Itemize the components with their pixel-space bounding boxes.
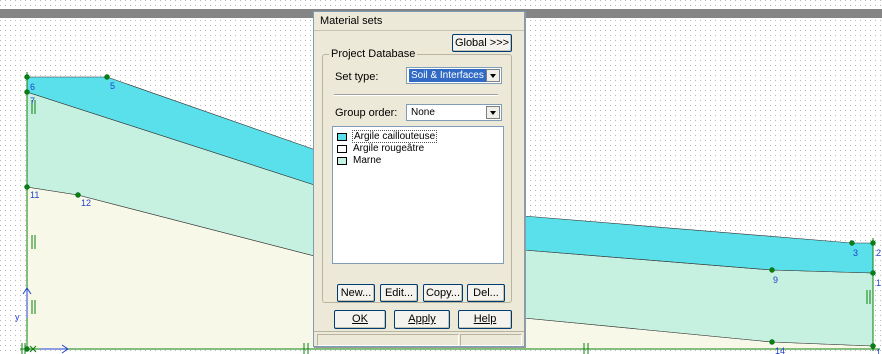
help-button[interactable]: Help (458, 310, 512, 329)
apply-button-label: Apply (408, 313, 436, 325)
point-1 (870, 270, 876, 276)
group-caption: Project Database (329, 48, 418, 60)
list-item[interactable]: Marne (337, 155, 497, 167)
ok-button-label: OK (352, 313, 368, 325)
point-label: 11 (30, 190, 39, 200)
status-cell (460, 334, 522, 346)
point-2 (870, 240, 876, 246)
copy-button[interactable]: Copy... (423, 284, 463, 302)
point-9 (769, 267, 775, 273)
point-label: 6 (30, 82, 35, 92)
list-item[interactable]: Argile rougeâtre (337, 143, 497, 155)
origin-point (24, 346, 30, 352)
point-label: 5 (110, 81, 115, 91)
group-order-value: None (411, 107, 435, 118)
dialog-title-bar[interactable]: Material sets (314, 12, 524, 31)
point-label: 1 (876, 348, 881, 354)
material-swatch (337, 157, 347, 165)
material-name: Argile rougeâtre (353, 143, 425, 154)
chevron-down-icon[interactable] (486, 106, 500, 119)
status-cell (317, 334, 459, 346)
material-name: Argile caillouteuse (352, 130, 438, 143)
point-label: 2 (876, 248, 881, 258)
separator (334, 94, 498, 96)
point-label: 7 (30, 96, 35, 106)
new-button[interactable]: New... (337, 284, 375, 302)
group-order-dropdown[interactable]: None (406, 104, 502, 121)
point-label: 1 (876, 278, 881, 288)
point-label: 12 (81, 198, 91, 208)
point-5 (104, 74, 110, 80)
material-swatch (337, 145, 347, 153)
del-button[interactable]: Del... (467, 284, 505, 302)
point-6 (24, 74, 30, 80)
chevron-down-icon[interactable] (486, 69, 500, 82)
set-type-value: Soil & Interfaces (409, 69, 486, 82)
edit-button[interactable]: Edit... (380, 284, 418, 302)
point-1b (870, 343, 876, 349)
point-11 (24, 184, 30, 190)
point-14 (769, 339, 775, 345)
dialog-title: Material sets (320, 15, 383, 27)
point-label: 3 (853, 248, 858, 258)
point-label: 9 (773, 275, 778, 285)
ok-button[interactable]: OK (334, 310, 386, 329)
point-3 (849, 240, 855, 246)
point-7 (24, 89, 30, 95)
point-12 (75, 192, 81, 198)
apply-button[interactable]: Apply (394, 310, 450, 329)
list-item[interactable]: Argile caillouteuse (337, 130, 497, 143)
group-order-label: Group order: (335, 107, 398, 119)
top-ruler (0, 0, 882, 9)
material-swatch (337, 133, 347, 141)
material-list[interactable]: Argile caillouteuse Argile rougeâtre Mar… (332, 126, 504, 264)
y-axis-label: y (15, 312, 20, 322)
material-name: Marne (353, 155, 382, 166)
global-button[interactable]: Global >>> (452, 34, 512, 52)
help-button-label: Help (473, 313, 497, 325)
set-type-dropdown[interactable]: Soil & Interfaces (406, 67, 502, 84)
point-label: 14 (775, 346, 785, 354)
set-type-label: Set type: (335, 71, 379, 83)
dialog-status-bar (314, 331, 524, 346)
